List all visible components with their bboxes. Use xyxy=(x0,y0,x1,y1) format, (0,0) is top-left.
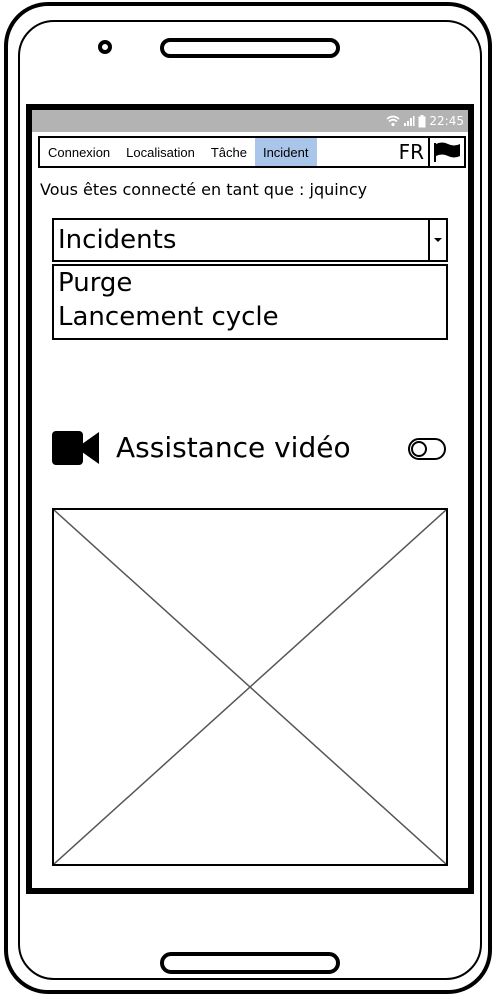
status-time: 22:45 xyxy=(429,114,464,128)
video-assistance-toggle[interactable] xyxy=(408,438,446,460)
tab-connexion[interactable]: Connexion xyxy=(40,138,118,166)
incident-option-list: Purge Lancement cycle xyxy=(52,264,448,340)
video-camera-icon xyxy=(52,431,99,465)
camera-icon xyxy=(98,40,112,54)
video-assistance-row: Assistance vidéo xyxy=(52,428,448,468)
tab-incident[interactable]: Incident xyxy=(254,138,317,166)
home-button[interactable] xyxy=(160,952,340,974)
status-bar: 22:45 xyxy=(32,110,468,132)
incident-select-value: Incidents xyxy=(58,225,177,255)
image-placeholder-icon xyxy=(54,510,446,864)
status-icons: 22:45 xyxy=(386,113,464,129)
incident-option-lancement-cycle[interactable]: Lancement cycle xyxy=(54,300,446,334)
phone-screen: 22:45 Connexion Localisation Tâche Incid… xyxy=(26,104,474,894)
language-code[interactable]: FR xyxy=(399,138,428,166)
language-flag-button[interactable] xyxy=(428,138,464,166)
incident-select[interactable]: Incidents xyxy=(52,218,448,262)
tab-localisation[interactable]: Localisation xyxy=(118,138,203,166)
toggle-knob xyxy=(411,441,427,457)
video-assistance-label: Assistance vidéo xyxy=(116,431,351,464)
flag-icon xyxy=(434,142,460,162)
tab-tache[interactable]: Tâche xyxy=(203,138,255,166)
incident-option-purge[interactable]: Purge xyxy=(54,266,446,300)
chevron-down-icon[interactable] xyxy=(428,220,446,260)
image-placeholder xyxy=(52,508,448,866)
tab-spacer xyxy=(317,138,399,166)
tab-bar: Connexion Localisation Tâche Incident FR xyxy=(38,136,466,168)
signal-icon xyxy=(404,116,415,126)
wifi-icon xyxy=(386,115,400,127)
speaker-slot xyxy=(160,38,340,58)
logged-in-user-text: Vous êtes connecté en tant que : jquincy xyxy=(40,180,368,199)
battery-icon xyxy=(418,114,426,127)
